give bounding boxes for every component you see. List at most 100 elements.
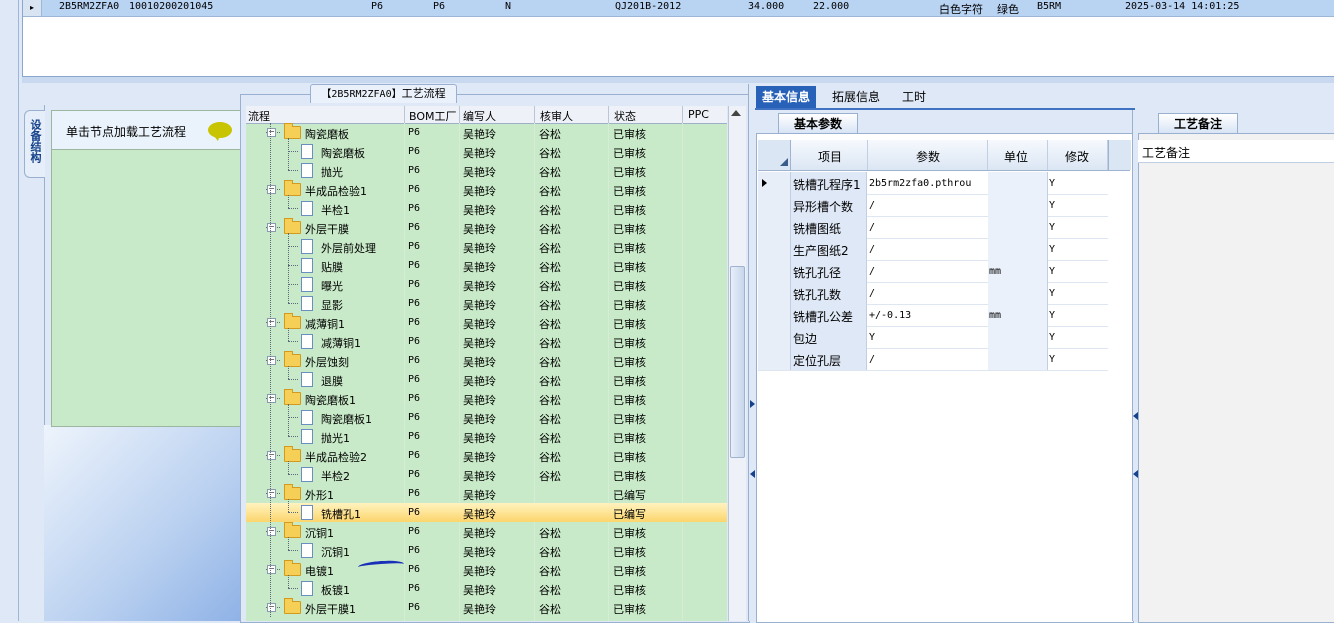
- horizontal-splitter[interactable]: [22, 77, 1334, 83]
- param-value[interactable]: /: [869, 200, 875, 211]
- tab-extended-info[interactable]: 拓展信息: [826, 86, 886, 108]
- tree-row[interactable]: 退膜 P6 吴艳玲 谷松 已审核: [246, 370, 727, 389]
- collapse-toggle-icon[interactable]: −: [267, 128, 276, 137]
- row-selector[interactable]: [758, 260, 791, 282]
- row-selector[interactable]: [758, 238, 791, 260]
- header-flow[interactable]: 流程: [248, 108, 270, 124]
- param-row[interactable]: 异形槽个数 / Y: [758, 194, 1108, 217]
- tab-basic-info[interactable]: 基本信息: [756, 86, 817, 108]
- tree-row[interactable]: 陶瓷磨板1 P6 吴艳玲 谷松 已审核: [246, 408, 727, 427]
- tree-row[interactable]: 陶瓷磨板 P6 吴艳玲 谷松 已审核: [246, 142, 727, 161]
- param-row[interactable]: 铣槽图纸 / Y: [758, 216, 1108, 239]
- param-unit-cell[interactable]: [988, 282, 1048, 304]
- collapse-notes-left-icon[interactable]: [1133, 412, 1138, 420]
- collapse-left-icon[interactable]: [750, 470, 755, 478]
- order-row[interactable]: ▸ 2B5RM2ZFA0 10010200201045 P6 P6 N QJ20…: [23, 0, 1334, 17]
- collapse-toggle-icon[interactable]: −: [267, 318, 276, 327]
- node-name: 外层干膜1: [305, 603, 356, 616]
- reviewer: 谷松: [539, 128, 561, 141]
- param-unit-cell[interactable]: [988, 172, 1048, 194]
- tree-row[interactable]: − 电镀1 P6 吴艳玲 谷松 已审核: [246, 560, 727, 579]
- tab-device-structure[interactable]: 设备结构: [24, 110, 45, 178]
- param-row[interactable]: 铣孔孔数 / Y: [758, 282, 1108, 305]
- tree-row[interactable]: − 半成品检验1 P6 吴艳玲 谷松 已审核: [246, 180, 727, 199]
- tab-work-hours[interactable]: 工时: [896, 86, 932, 108]
- header-status[interactable]: 状态: [614, 108, 636, 124]
- tree-row[interactable]: − 半成品检验2 P6 吴艳玲 谷松 已审核: [246, 446, 727, 465]
- tab-process-notes[interactable]: 工艺备注: [1158, 113, 1238, 134]
- param-row[interactable]: 包边 Y Y: [758, 326, 1108, 349]
- param-value[interactable]: /: [869, 266, 875, 277]
- header-writer[interactable]: 编写人: [463, 108, 496, 124]
- row-selector[interactable]: [758, 216, 791, 238]
- tree-row[interactable]: 半检1 P6 吴艳玲 谷松 已审核: [246, 199, 727, 218]
- tree-row[interactable]: 抛光 P6 吴艳玲 谷松 已审核: [246, 161, 727, 180]
- param-value[interactable]: +/-0.13: [869, 310, 911, 321]
- expand-notes-icon[interactable]: [1133, 470, 1138, 478]
- header-reviewer[interactable]: 核审人: [540, 108, 573, 124]
- col-modify[interactable]: 修改: [1065, 148, 1089, 165]
- tree-row[interactable]: − 沉铜1 P6 吴艳玲 谷松 已审核: [246, 522, 727, 541]
- collapse-toggle-icon[interactable]: −: [267, 451, 276, 460]
- vertical-splitter-left[interactable]: [748, 84, 755, 621]
- row-selector[interactable]: [758, 304, 791, 326]
- tree-row[interactable]: − 外层干膜1 P6 吴艳玲 谷松 已审核: [246, 598, 727, 617]
- collapse-toggle-icon[interactable]: −: [267, 185, 276, 194]
- param-unit-cell[interactable]: [988, 348, 1048, 370]
- scroll-up-arrow-icon[interactable]: [731, 110, 741, 116]
- param-value[interactable]: 2b5rm2zfa0.pthrou: [869, 178, 971, 189]
- header-ppc[interactable]: PPC: [688, 108, 709, 121]
- tree-row[interactable]: 曝光 P6 吴艳玲 谷松 已审核: [246, 275, 727, 294]
- tree-row[interactable]: − 外形1 P6 吴艳玲 已编写: [246, 484, 727, 503]
- param-value[interactable]: /: [869, 288, 875, 299]
- param-value[interactable]: Y: [869, 332, 875, 343]
- tree-row[interactable]: 显影 P6 吴艳玲 谷松 已审核: [246, 294, 727, 313]
- tree-row[interactable]: 半检2 P6 吴艳玲 谷松 已审核: [246, 465, 727, 484]
- param-row[interactable]: 铣孔孔径 / mm Y: [758, 260, 1108, 283]
- param-row[interactable]: 铣槽孔公差 +/-0.13 mm Y: [758, 304, 1108, 327]
- param-row[interactable]: 生产图纸2 / Y: [758, 238, 1108, 261]
- param-unit-cell[interactable]: [988, 326, 1048, 348]
- tree-row[interactable]: 沉铜1 P6 吴艳玲 谷松 已审核: [246, 541, 727, 560]
- param-value[interactable]: /: [869, 244, 875, 255]
- tree-row[interactable]: − 外层蚀刻 P6 吴艳玲 谷松 已审核: [246, 351, 727, 370]
- param-row[interactable]: 铣槽孔程序1 2b5rm2zfa0.pthrou Y: [758, 172, 1108, 195]
- collapse-toggle-icon[interactable]: −: [267, 603, 276, 612]
- tree-row[interactable]: 板镀1 P6 吴艳玲 谷松 已审核: [246, 579, 727, 598]
- tree-row[interactable]: 铣槽孔1 P6 吴艳玲 已编写: [246, 503, 727, 522]
- row-selector[interactable]: [758, 194, 791, 216]
- collapse-toggle-icon[interactable]: −: [267, 356, 276, 365]
- row-selector[interactable]: [758, 172, 791, 194]
- collapse-right-icon[interactable]: [750, 400, 755, 408]
- tree-row[interactable]: − 陶瓷磨板1 P6 吴艳玲 谷松 已审核: [246, 389, 727, 408]
- collapse-toggle-icon[interactable]: −: [267, 565, 276, 574]
- param-unit-cell[interactable]: [988, 216, 1048, 238]
- param-value[interactable]: /: [869, 222, 875, 233]
- tree-row[interactable]: 抛光1 P6 吴艳玲 谷松 已审核: [246, 427, 727, 446]
- tree-row[interactable]: 外层前处理 P6 吴艳玲 谷松 已审核: [246, 237, 727, 256]
- col-param[interactable]: 参数: [916, 148, 940, 165]
- tab-basic-params[interactable]: 基本参数: [778, 113, 858, 134]
- param-unit-cell[interactable]: [988, 194, 1048, 216]
- reviewer: 谷松: [539, 584, 561, 597]
- tree-scroll-thumb[interactable]: [730, 266, 745, 458]
- collapse-toggle-icon[interactable]: −: [267, 489, 276, 498]
- tree-row[interactable]: − 外层干膜 P6 吴艳玲 谷松 已审核: [246, 218, 727, 237]
- row-selector[interactable]: [758, 326, 791, 348]
- header-bom-factory[interactable]: BOM工厂: [409, 108, 457, 124]
- param-unit-cell[interactable]: [988, 238, 1048, 260]
- row-selector[interactable]: [758, 348, 791, 370]
- collapse-toggle-icon[interactable]: −: [267, 223, 276, 232]
- param-row[interactable]: 定位孔层 / Y: [758, 348, 1108, 371]
- col-item[interactable]: 项目: [818, 148, 842, 165]
- tree-row[interactable]: 贴膜 P6 吴艳玲 谷松 已审核: [246, 256, 727, 275]
- row-selector[interactable]: [758, 282, 791, 304]
- tree-row[interactable]: − 陶瓷磨板 P6 吴艳玲 谷松 已审核: [246, 123, 727, 142]
- tree-row[interactable]: − 减薄铜1 P6 吴艳玲 谷松 已审核: [246, 313, 727, 332]
- collapse-toggle-icon[interactable]: −: [267, 394, 276, 403]
- writer: 吴艳玲: [463, 166, 496, 179]
- col-unit[interactable]: 单位: [1004, 148, 1028, 165]
- tree-row[interactable]: 减薄铜1 P6 吴艳玲 谷松 已审核: [246, 332, 727, 351]
- param-value[interactable]: /: [869, 354, 875, 365]
- collapse-toggle-icon[interactable]: −: [267, 527, 276, 536]
